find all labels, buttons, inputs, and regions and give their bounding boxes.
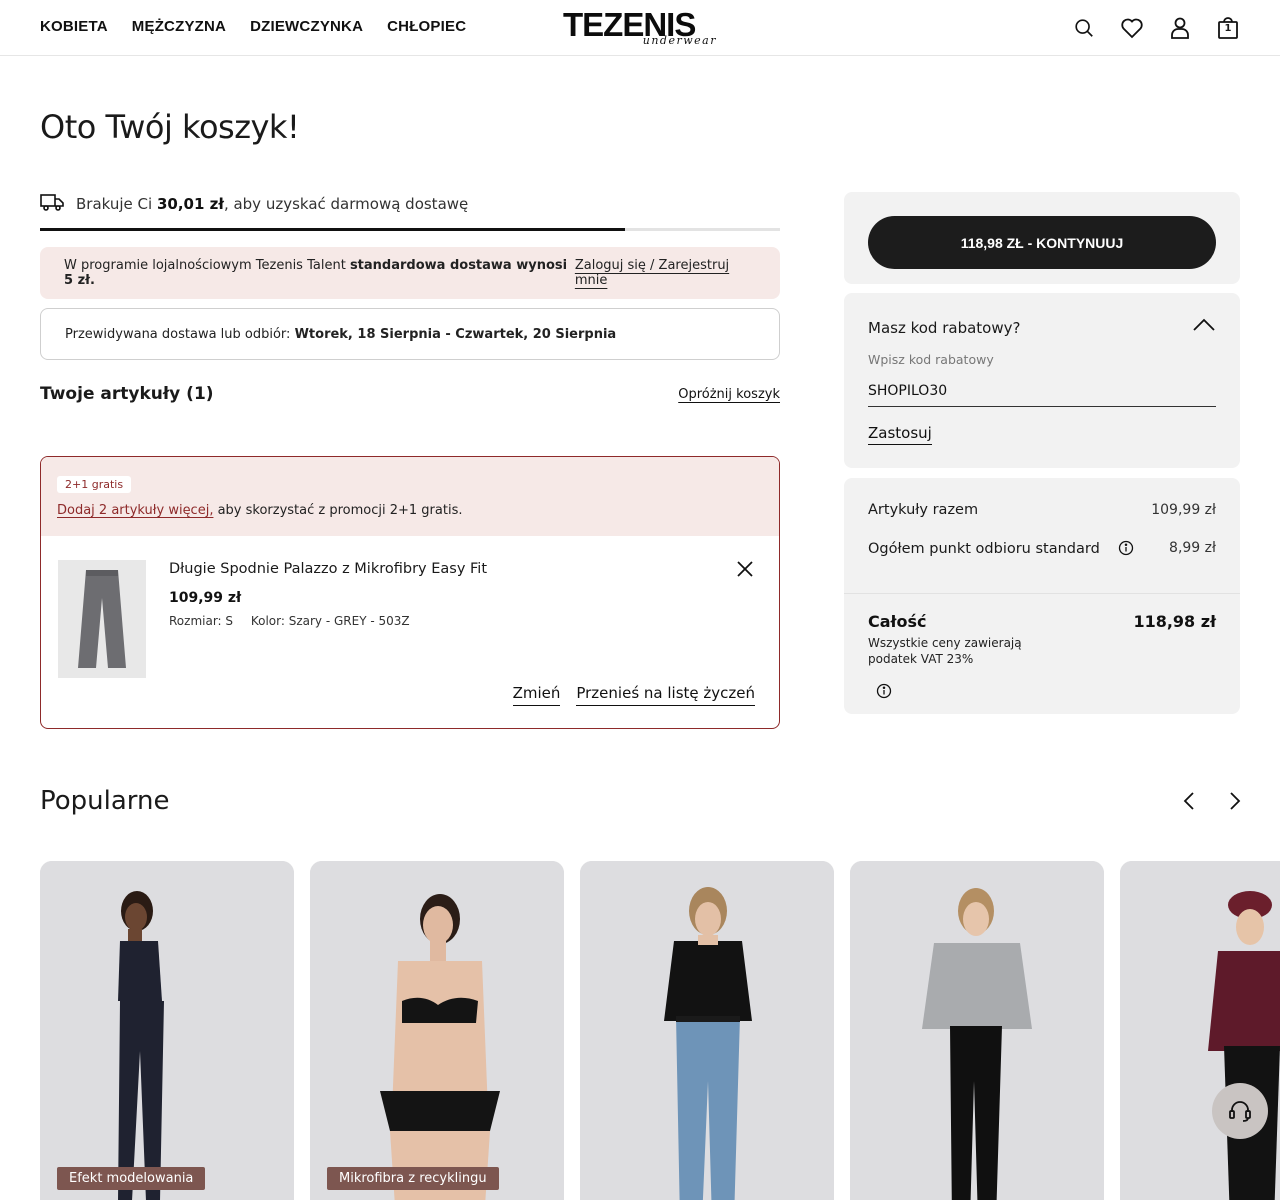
chevron-left-icon[interactable] bbox=[1178, 790, 1200, 812]
chevron-up-icon[interactable] bbox=[1192, 317, 1216, 337]
discount-panel: Masz kod rabatowy? Wpisz kod rabatowy Za… bbox=[844, 293, 1240, 468]
summary-items-label: Artykuły razem bbox=[868, 502, 979, 518]
product-name[interactable]: Długie Spodnie Palazzo z Mikrofibry Easy… bbox=[169, 561, 487, 577]
shipping-prefix: Brakuje Ci bbox=[76, 195, 153, 213]
summary-items-row: Artykuły razem 109,99 zł bbox=[868, 502, 1216, 518]
info-icon[interactable] bbox=[1118, 540, 1134, 560]
delivery-label: Przewidywana dostawa lub odbiór: bbox=[65, 326, 291, 342]
product-size: Rozmiar: S bbox=[169, 614, 234, 628]
product-price: 109,99 zł bbox=[169, 590, 242, 606]
summary-shipping-row: Ogółem punkt odbioru standard 8,99 zł bbox=[868, 540, 1216, 560]
shipping-missing-amount: 30,01 zł bbox=[156, 195, 224, 213]
user-icon[interactable] bbox=[1168, 14, 1192, 42]
cart-count: 1 bbox=[1224, 23, 1232, 34]
truck-icon bbox=[40, 193, 64, 215]
product-card[interactable] bbox=[580, 861, 834, 1200]
nav-dziewczynka[interactable]: DZIEWCZYNKA bbox=[250, 18, 363, 35]
nav-mezczyzna[interactable]: MĘŻCZYZNA bbox=[132, 18, 226, 35]
loyalty-text: W programie lojalnościowym Tezenis Talen… bbox=[64, 258, 575, 288]
product-color: Kolor: Szary - GREY - 503Z bbox=[250, 614, 410, 628]
summary-shipping-label: Ogółem punkt odbioru standard bbox=[868, 541, 1100, 557]
items-title: Twoje artykuły (1) bbox=[40, 384, 214, 404]
summary-shipping-value: 8,99 zł bbox=[1169, 540, 1216, 556]
summary-divider bbox=[844, 593, 1240, 594]
page-title: Oto Twój koszyk! bbox=[40, 108, 300, 146]
continue-checkout-button[interactable]: 118,98 ZŁ - KONTYNUUJ bbox=[868, 216, 1216, 269]
order-summary: Artykuły razem 109,99 zł Ogółem punkt od… bbox=[844, 478, 1240, 714]
items-header: Twoje artykuły (1) Opróżnij koszyk bbox=[40, 384, 780, 404]
checkout-panel: 118,98 ZŁ - KONTYNUUJ bbox=[844, 192, 1240, 284]
delivery-dates: Wtorek, 18 Sierpnia - Czwartek, 20 Sierp… bbox=[294, 326, 617, 342]
discount-title: Masz kod rabatowy? bbox=[868, 319, 1021, 337]
site-header: KOBIETA MĘŻCZYZNA DZIEWCZYNKA CHŁOPIEC T… bbox=[0, 0, 1280, 56]
product-card[interactable]: Mikrofibra z recyklingu bbox=[310, 861, 564, 1200]
product-card-image bbox=[40, 861, 294, 1200]
discount-input-label: Wpisz kod rabatowy bbox=[868, 352, 994, 367]
promo-badge: 2+1 gratis bbox=[57, 476, 132, 493]
brand-logo[interactable]: TEZENIS underwear bbox=[563, 8, 723, 48]
product-card-image bbox=[310, 861, 564, 1200]
product-card[interactable] bbox=[1120, 861, 1280, 1200]
nav-chlopiec[interactable]: CHŁOPIEC bbox=[387, 18, 466, 35]
nav-kobieta[interactable]: KOBIETA bbox=[40, 18, 108, 35]
product-badge: Mikrofibra z recyklingu bbox=[327, 1167, 499, 1190]
product-card-image bbox=[1120, 861, 1280, 1200]
move-to-wishlist-button[interactable]: Przenieś na listę życzeń bbox=[576, 684, 755, 706]
product-card[interactable]: Efekt modelowania bbox=[40, 861, 294, 1200]
empty-cart-link[interactable]: Opróżnij koszyk bbox=[678, 387, 780, 402]
info-icon[interactable] bbox=[876, 683, 892, 703]
product-card-image bbox=[580, 861, 834, 1200]
close-icon[interactable] bbox=[733, 557, 757, 581]
heart-icon[interactable] bbox=[1120, 14, 1144, 42]
discount-code-input[interactable] bbox=[868, 375, 1216, 407]
loyalty-banner: W programie lojalnościowym Tezenis Talen… bbox=[40, 247, 780, 299]
total-value: 118,98 zł bbox=[1133, 612, 1216, 631]
total-label: Całość bbox=[868, 612, 927, 631]
cart-item-card: 2+1 gratis Dodaj 2 artykuły więcej, aby … bbox=[40, 456, 780, 729]
header-actions: 1 bbox=[1072, 14, 1240, 42]
chevron-right-icon[interactable] bbox=[1224, 790, 1246, 812]
headset-icon[interactable] bbox=[1212, 1083, 1268, 1139]
delivery-estimate: Przewidywana dostawa lub odbiór: Wtorek,… bbox=[40, 308, 780, 360]
product-badge: Efekt modelowania bbox=[57, 1167, 206, 1190]
product-card[interactable] bbox=[850, 861, 1104, 1200]
popular-title: Popularne bbox=[40, 786, 170, 816]
apply-discount-button[interactable]: Zastosuj bbox=[868, 424, 932, 445]
summary-items-value: 109,99 zł bbox=[1151, 502, 1216, 518]
add-more-items-link[interactable]: Dodaj 2 artykuły więcej, bbox=[57, 503, 213, 518]
bag-icon[interactable]: 1 bbox=[1216, 14, 1240, 42]
login-register-link[interactable]: Zaloguj się / Zarejestruj mnie bbox=[575, 258, 756, 288]
promo-text-suffix: aby skorzystać z promocji 2+1 gratis. bbox=[213, 503, 463, 518]
product-attributes: Rozmiar: S Kolor: Szary - GREY - 503Z bbox=[169, 614, 424, 628]
promo-banner: 2+1 gratis Dodaj 2 artykuły więcej, aby … bbox=[41, 457, 779, 536]
loyalty-text-prefix: W programie lojalnościowym Tezenis Talen… bbox=[64, 258, 346, 273]
logo-tagline: underwear bbox=[642, 34, 717, 47]
carousel-nav bbox=[1178, 790, 1246, 812]
item-actions: Zmień Przenieś na listę życzeń bbox=[512, 684, 755, 706]
product-image[interactable] bbox=[58, 560, 146, 678]
popular-carousel: Efekt modelowania Mikrofibra z recykling… bbox=[40, 861, 1280, 1200]
free-shipping-progress bbox=[40, 228, 780, 231]
search-icon[interactable] bbox=[1072, 14, 1096, 42]
free-shipping-message: Brakuje Ci 30,01 zł, aby uzyskać darmową… bbox=[40, 192, 780, 216]
promo-text: Dodaj 2 artykuły więcej, aby skorzystać … bbox=[57, 503, 763, 518]
progress-fill bbox=[40, 228, 625, 231]
shipping-suffix: , aby uzyskać darmową dostawę bbox=[223, 195, 469, 213]
change-item-button[interactable]: Zmień bbox=[512, 684, 561, 706]
vat-note: Wszystkie ceny zawierają podatek VAT 23% bbox=[868, 636, 1022, 666]
main-nav: KOBIETA MĘŻCZYZNA DZIEWCZYNKA CHŁOPIEC bbox=[40, 18, 466, 35]
product-card-image bbox=[850, 861, 1104, 1200]
